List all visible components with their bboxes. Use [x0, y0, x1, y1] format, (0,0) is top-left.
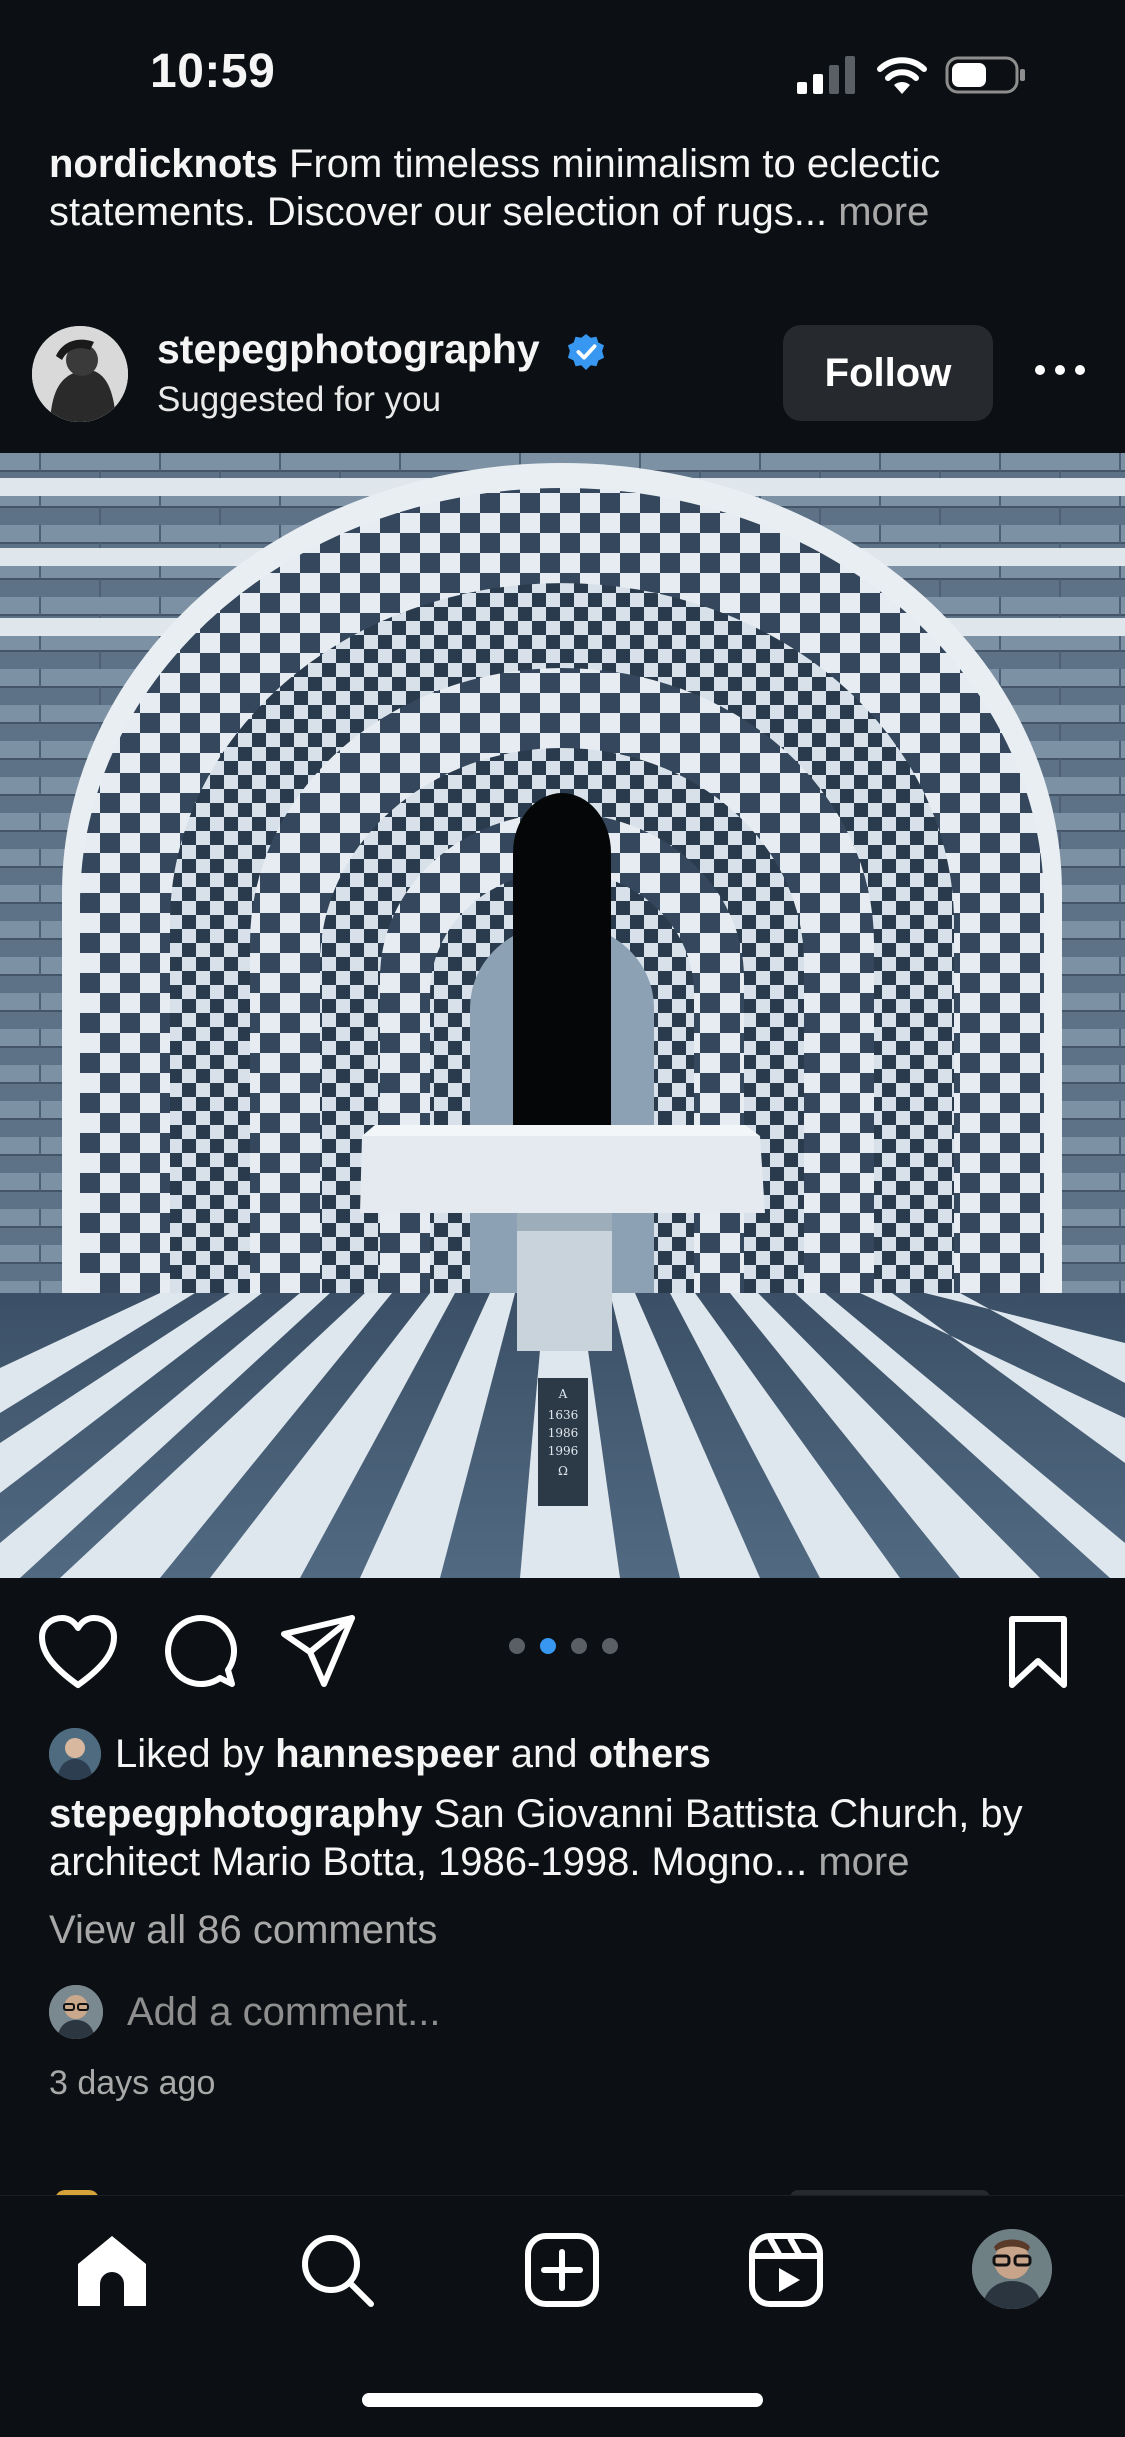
ellipsis-icon[interactable]: [1030, 355, 1090, 385]
add-comment-input[interactable]: [127, 1989, 727, 2035]
cellular-signal-icon: [797, 56, 855, 94]
likes-summary[interactable]: Liked by hannespeer and others: [49, 1725, 711, 1783]
add-comment-row: [49, 1985, 727, 2039]
likes-others[interactable]: others: [589, 1732, 711, 1777]
plaque-line-2: 1636: [548, 1408, 579, 1422]
plaque-line-5: Ω: [558, 1464, 568, 1478]
previous-post-caption: nordicknots From timeless minimalism to …: [49, 140, 1089, 236]
heart-icon[interactable]: [38, 1615, 118, 1690]
bookmark-icon[interactable]: [1006, 1615, 1070, 1690]
carousel-dot: [602, 1638, 618, 1654]
view-all-comments-link[interactable]: View all 86 comments: [49, 1908, 437, 1953]
likes-username[interactable]: hannespeer: [275, 1732, 500, 1777]
carousel-dot: [571, 1638, 587, 1654]
carousel-dot-active: [540, 1638, 556, 1654]
status-time: 10:59: [150, 45, 276, 98]
plaque-line-1: A: [558, 1387, 568, 1401]
suggested-label: Suggested for you: [157, 380, 442, 419]
liker-avatar: [49, 1728, 101, 1780]
follow-button[interactable]: Follow: [783, 325, 993, 421]
paper-plane-icon[interactable]: [280, 1612, 358, 1690]
current-user-avatar: [49, 1985, 103, 2039]
plaque-line-3: 1986: [548, 1426, 579, 1440]
verified-badge-icon: [567, 333, 605, 371]
home-indicator: [362, 2393, 763, 2407]
post-timestamp: 3 days ago: [49, 2064, 216, 2102]
reels-icon[interactable]: [746, 2230, 826, 2310]
caption-username[interactable]: stepegphotography: [49, 1792, 422, 1836]
post-caption: stepegphotography San Giovanni Battista …: [49, 1790, 1089, 1886]
carousel-indicator: [508, 1636, 620, 1656]
search-icon[interactable]: [297, 2230, 377, 2310]
comment-bubble-icon[interactable]: [160, 1612, 238, 1690]
previous-post-username[interactable]: nordicknots: [49, 142, 278, 186]
home-icon[interactable]: [72, 2230, 152, 2310]
likes-prefix: Liked by: [115, 1731, 264, 1776]
previous-post-more-link[interactable]: more: [838, 190, 929, 234]
post-author-avatar[interactable]: [32, 326, 128, 422]
plaque-line-4: 1996: [548, 1444, 579, 1458]
create-plus-icon[interactable]: [522, 2230, 602, 2310]
carousel-dot: [509, 1638, 525, 1654]
battery-icon: [945, 56, 1025, 94]
profile-avatar[interactable]: [972, 2229, 1052, 2309]
caption-more-link[interactable]: more: [818, 1840, 909, 1884]
post-author-username[interactable]: stepegphotography: [157, 326, 540, 373]
likes-joiner: and: [510, 1731, 578, 1776]
wifi-icon: [877, 57, 927, 94]
post-photo[interactable]: A 1636 1986 1996 Ω: [0, 453, 1125, 1578]
